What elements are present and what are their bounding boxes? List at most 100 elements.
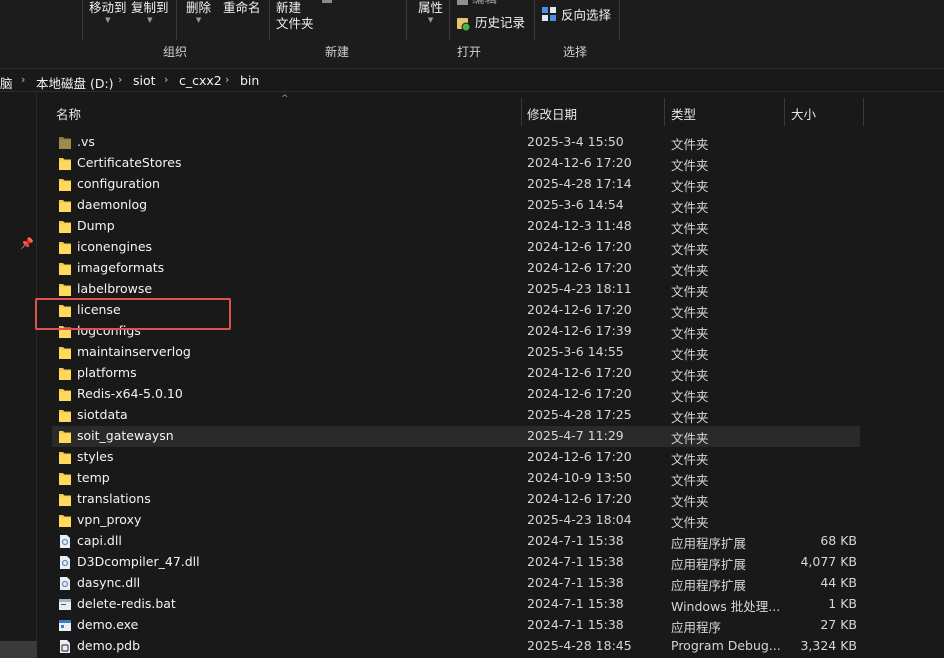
file-name: soit_gatewaysn: [77, 428, 174, 443]
file-row[interactable]: soit_gatewaysn 2025-4-7 11:29 文件夹: [52, 426, 860, 447]
file-name: platforms: [77, 365, 137, 380]
file-row[interactable]: delete-redis.bat 2024-7-1 15:38 Windows 批处…: [52, 594, 860, 615]
file-date: 2024-12-6 17:20: [527, 239, 632, 254]
file-row[interactable]: maintainserverlog 2025-3-6 14:55 文件夹: [52, 342, 860, 363]
file-name: vpn_proxy: [77, 512, 142, 527]
ribbon-separator: [619, 0, 620, 40]
file-type: 应用程序扩展: [671, 557, 747, 572]
ribbon-separator: [406, 0, 407, 40]
folder-icon: [58, 366, 72, 381]
file-row[interactable]: imageformats 2024-12-6 17:20 文件夹: [52, 258, 860, 279]
file-type: 文件夹: [671, 326, 709, 341]
file-row[interactable]: platforms 2024-12-6 17:20 文件夹: [52, 363, 860, 384]
file-row[interactable]: labelbrowse 2025-4-23 18:11 文件夹: [52, 279, 860, 300]
file-type: 应用程序: [671, 620, 722, 635]
file-row[interactable]: vpn_proxy 2025-4-23 18:04 文件夹: [52, 510, 860, 531]
pin-icon[interactable]: 📌: [20, 237, 34, 250]
file-date: 2025-3-6 14:54: [527, 197, 624, 212]
breadcrumb-item[interactable]: 本地磁盘 (D:): [36, 73, 114, 92]
new-item-icon[interactable]: [322, 0, 332, 3]
breadcrumb-item[interactable]: siot: [133, 73, 156, 88]
file-row[interactable]: dasync.dll 2024-7-1 15:38 应用程序扩展 44 KB: [52, 573, 860, 594]
rename-button[interactable]: 重命名: [223, 0, 261, 16]
file-name: imageformats: [77, 260, 165, 275]
column-divider[interactable]: [784, 98, 785, 126]
file-row[interactable]: siotdata 2025-4-28 17:25 文件夹: [52, 405, 860, 426]
move-to-button[interactable]: 移动到 ▼: [89, 0, 127, 24]
delete-button[interactable]: 删除 ▼: [186, 0, 211, 24]
file-row[interactable]: translations 2024-12-6 17:20 文件夹: [52, 489, 860, 510]
file-name: CertificateStores: [77, 155, 182, 170]
chevron-down-icon: ▼: [147, 16, 153, 24]
file-date: 2025-4-23 18:11: [527, 281, 632, 296]
breadcrumb-item[interactable]: c_cxx2: [179, 73, 222, 88]
column-divider[interactable]: [863, 98, 864, 126]
file-row[interactable]: demo.pdb 2025-4-28 18:45 Program Debug... 3…: [52, 636, 860, 657]
copy-to-label: 复制到: [131, 0, 169, 15]
column-header-size[interactable]: 大小: [791, 104, 816, 123]
file-date: 2024-7-1 15:38: [527, 617, 624, 632]
chevron-right-icon[interactable]: ›: [225, 73, 229, 86]
chevron-right-icon[interactable]: ›: [118, 73, 122, 86]
invert-selection-button[interactable]: 反向选择: [541, 6, 611, 26]
chevron-right-icon[interactable]: ›: [21, 73, 25, 86]
file-row[interactable]: demo.exe 2024-7-1 15:38 应用程序 27 KB: [52, 615, 860, 636]
file-date: 2024-7-1 15:38: [527, 554, 624, 569]
column-divider[interactable]: [521, 98, 522, 126]
file-row[interactable]: .vs 2025-3-4 15:50 文件夹: [52, 132, 860, 153]
file-date: 2024-12-6 17:20: [527, 386, 632, 401]
file-row[interactable]: CertificateStores 2024-12-6 17:20 文件夹: [52, 153, 860, 174]
file-type: 文件夹: [671, 242, 709, 257]
group-select-label: 选择: [563, 45, 588, 59]
file-row[interactable]: capi.dll 2024-7-1 15:38 应用程序扩展 68 KB: [52, 531, 860, 552]
file-name: dasync.dll: [77, 575, 141, 590]
file-date: 2025-3-4 15:50: [527, 134, 624, 149]
dll-file-icon: [58, 576, 72, 591]
properties-button[interactable]: 属性 ▼: [418, 0, 443, 24]
file-type: 文件夹: [671, 368, 709, 383]
chevron-down-icon: ▼: [195, 16, 202, 24]
chevron-right-icon[interactable]: ›: [164, 73, 168, 86]
copy-to-button[interactable]: 复制到 ▼: [131, 0, 169, 24]
file-date: 2025-4-28 17:25: [527, 407, 632, 422]
column-header-date[interactable]: 修改日期: [527, 104, 577, 123]
navigation-pane[interactable]: 📌: [0, 93, 37, 658]
file-row[interactable]: styles 2024-12-6 17:20 文件夹: [52, 447, 860, 468]
dll-file-icon: [58, 555, 72, 570]
file-date: 2024-12-6 17:39: [527, 323, 632, 338]
folder-icon: [58, 450, 72, 465]
file-row[interactable]: iconengines 2024-12-6 17:20 文件夹: [52, 237, 860, 258]
file-type: 文件夹: [671, 347, 709, 362]
file-type: 文件夹: [671, 263, 709, 278]
file-row[interactable]: temp 2024-10-9 13:50 文件夹: [52, 468, 860, 489]
file-row[interactable]: D3Dcompiler_47.dll 2024-7-1 15:38 应用程序扩展 4,…: [52, 552, 860, 573]
history-button[interactable]: 历史记录: [456, 15, 525, 32]
breadcrumb-item[interactable]: bin: [240, 73, 259, 88]
column-header-name[interactable]: 名称: [56, 104, 81, 123]
folder-icon: [58, 492, 72, 507]
file-date: 2025-4-28 18:45: [527, 638, 632, 653]
file-date: 2025-3-6 14:55: [527, 344, 624, 359]
folder-icon: [58, 345, 72, 360]
file-row[interactable]: Dump 2024-12-3 11:48 文件夹: [52, 216, 860, 237]
address-bar[interactable]: 脑 › 本地磁盘 (D:) › siot › c_cxx2 › bin: [0, 68, 944, 92]
file-type: Windows 批处理...: [671, 599, 781, 614]
file-type: 文件夹: [671, 284, 709, 299]
group-open-label: 打开: [457, 45, 482, 59]
breadcrumb-item[interactable]: 脑: [0, 73, 13, 92]
column-header-type[interactable]: 类型: [671, 104, 696, 123]
edit-button[interactable]: 编辑: [457, 0, 497, 7]
file-row[interactable]: Redis-x64-5.0.10 2024-12-6 17:20 文件夹: [52, 384, 860, 405]
new-folder-button[interactable]: 新建 文件夹: [276, 0, 314, 32]
file-name: temp: [77, 470, 110, 485]
file-row[interactable]: daemonlog 2025-3-6 14:54 文件夹: [52, 195, 860, 216]
file-type: 文件夹: [671, 305, 709, 320]
column-divider[interactable]: [664, 98, 665, 126]
group-organize-label: 组织: [163, 45, 188, 59]
file-row[interactable]: configuration 2025-4-28 17:14 文件夹: [52, 174, 860, 195]
edit-icon: [457, 0, 468, 5]
file-type: Program Debug...: [671, 638, 781, 653]
file-name: maintainserverlog: [77, 344, 191, 359]
nav-selected-item[interactable]: [0, 641, 37, 658]
file-type: 文件夹: [671, 473, 709, 488]
